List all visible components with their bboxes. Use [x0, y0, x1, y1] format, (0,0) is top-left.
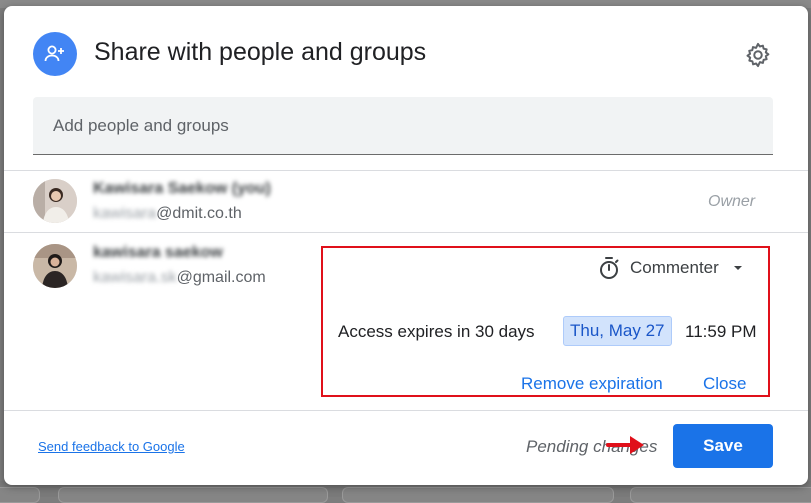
red-arrow-icon	[606, 436, 644, 454]
background-pill	[630, 487, 811, 503]
person-email: kawisara@dmit.co.th	[93, 205, 242, 223]
avatar	[33, 179, 77, 223]
person-name: kawisara saekow	[93, 244, 223, 261]
background-pill	[58, 487, 328, 503]
save-button[interactable]: Save	[673, 424, 773, 468]
expiry-date-picker[interactable]: Thu, May 27	[563, 316, 672, 346]
owner-role-label: Owner	[708, 193, 756, 210]
person-email-domain: @dmit.co.th	[156, 205, 242, 222]
person-email-domain: @gmail.com	[176, 269, 266, 286]
send-feedback-link[interactable]: Send feedback to Google	[38, 439, 185, 454]
gear-icon[interactable]	[744, 41, 772, 69]
share-dialog: Share with people and groups Kawisara Sa…	[4, 6, 808, 485]
add-people-input[interactable]	[33, 97, 773, 155]
role-dropdown[interactable]: Commenter	[598, 256, 747, 280]
dialog-title: Share with people and groups	[94, 38, 427, 66]
person-email: kawisara.sk@gmail.com	[93, 269, 266, 287]
person-name: Kawisara Saekow (you)	[93, 180, 271, 197]
person-email-blurred: kawisara.sk	[93, 269, 177, 286]
avatar	[33, 244, 77, 288]
person-email-blurred: kawisara	[93, 205, 157, 222]
access-expires-label: Access expires in 30 days	[338, 322, 535, 341]
role-label: Commenter	[630, 258, 719, 277]
caret-down-icon	[733, 266, 742, 270]
expiry-time: 11:59 PM	[685, 322, 757, 341]
background-pill	[342, 487, 614, 503]
close-button[interactable]: Close	[703, 374, 746, 394]
remove-expiration-button[interactable]: Remove expiration	[521, 374, 663, 394]
dialog-header: Share with people and groups	[4, 6, 808, 98]
divider	[4, 170, 808, 171]
timer-icon	[600, 257, 619, 279]
add-person-icon	[33, 32, 77, 76]
divider	[4, 232, 808, 233]
background-pill	[0, 487, 40, 503]
divider	[4, 410, 808, 411]
